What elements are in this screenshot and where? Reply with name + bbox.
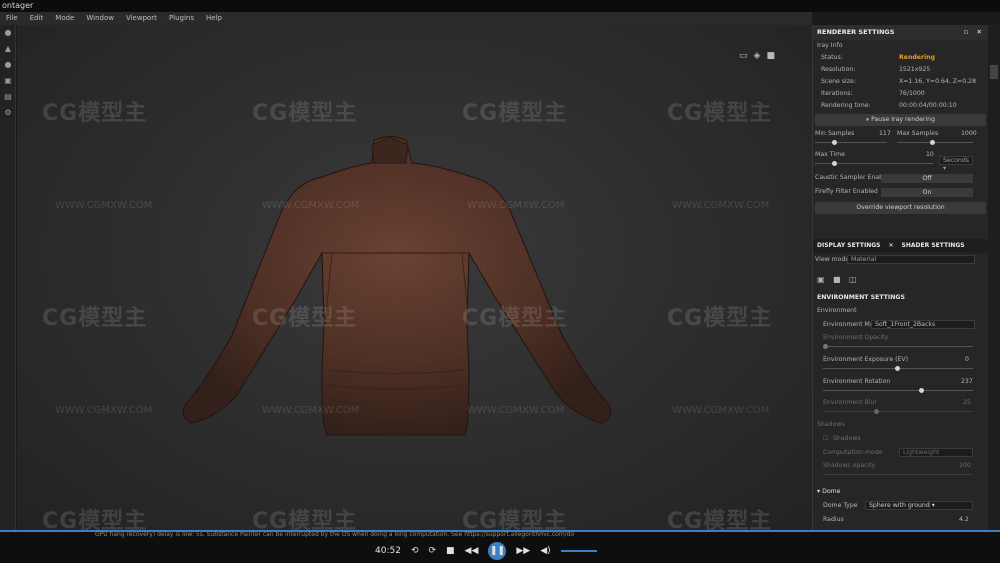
watermark-url: WWW.CGMXW.COM <box>55 405 153 416</box>
watermark-url: WWW.CGMXW.COM <box>672 200 770 211</box>
watermark-logo: CG模型主 <box>252 101 358 126</box>
3d-viewport[interactable]: ▭ ◈ ■ CG模型主 CG模型主 CG模型主 CG模型主 CG模型主 CG模型… <box>17 25 812 534</box>
slider-knob[interactable] <box>895 366 900 371</box>
close-icon[interactable]: ✕ <box>977 25 982 40</box>
info-row: Resolution: 1521x925 <box>821 66 931 73</box>
slider-knob[interactable] <box>823 344 828 349</box>
close-icon[interactable]: ✕ <box>885 239 898 253</box>
fast-forward-icon[interactable]: ▶▶ <box>516 546 530 556</box>
panel-title: RENDERER SETTINGS <box>817 28 895 36</box>
info-row: Iterations: 76/1000 <box>821 90 925 97</box>
watermark-url: WWW.CGMXW.COM <box>262 405 360 416</box>
pause-icon[interactable]: ❚❚ <box>488 542 507 560</box>
menu-file[interactable]: File <box>0 12 24 25</box>
override-resolution-button[interactable]: Override viewport resolution <box>815 202 986 214</box>
settings-icon[interactable]: ⚙ <box>0 105 16 121</box>
rewind-icon[interactable]: ◀◀ <box>465 546 479 556</box>
watermark-logo: CG模型主 <box>462 306 568 331</box>
shadows-opacity-slider[interactable] <box>823 474 973 475</box>
watermark-url: WWW.CGMXW.COM <box>467 200 565 211</box>
watermark-logo: CG模型主 <box>42 101 148 126</box>
info-row: Status: Rendering <box>813 52 988 64</box>
paint-icon[interactable]: ● <box>0 25 16 41</box>
iray-info-label: Iray Info <box>817 42 843 49</box>
menu-mode[interactable]: Mode <box>49 12 80 25</box>
pause-iray-button[interactable]: ⏸ Pause Iray rendering <box>815 114 986 126</box>
volume-slider[interactable] <box>560 550 597 552</box>
min-samples-slider[interactable] <box>815 142 887 143</box>
title-bar: ontager <box>0 0 1000 12</box>
renderer-settings-header: RENDERER SETTINGS ▫ ✕ <box>813 25 988 40</box>
watermark-logo: CG模型主 <box>42 306 148 331</box>
environment-opacity-slider[interactable] <box>823 346 973 347</box>
firefly-row: Firefly Filter Enabled On <box>813 186 988 200</box>
watermark-logo: CG模型主 <box>667 101 773 126</box>
caustic-toggle[interactable]: Off <box>881 174 973 183</box>
video-player-controls: 40:52 ⟲ ⟳ ■ ◀◀ ❚❚ ▶▶ ◀) <box>375 541 597 561</box>
bottom-bar: GPU hang recovery) delay is low: 5s. Sub… <box>0 530 1000 563</box>
slider-knob[interactable] <box>919 388 924 393</box>
status-value: Rendering <box>899 54 935 61</box>
replay-icon[interactable]: ⟳ <box>428 546 436 556</box>
volume-icon[interactable]: ◀) <box>540 546 550 556</box>
menu-viewport[interactable]: Viewport <box>120 12 163 25</box>
layers-icon[interactable]: ▣ <box>0 73 16 89</box>
view-mode-select[interactable]: Material <box>847 255 975 264</box>
slider-knob[interactable] <box>832 161 837 166</box>
shadows-checkbox[interactable]: ☐ <box>823 435 829 442</box>
watermark-url: WWW.CGMXW.COM <box>672 405 770 416</box>
environment-rotation-slider[interactable] <box>823 390 973 391</box>
menu-edit[interactable]: Edit <box>24 12 50 25</box>
left-toolbar: ● ▲ ● ▣ ▤ ⚙ <box>0 25 16 530</box>
restore-icon[interactable]: ▫ <box>964 25 968 40</box>
watermark-logo: CG模型主 <box>462 101 568 126</box>
environment-blur-slider[interactable] <box>823 411 973 412</box>
app-window: ontager File Edit Mode Window Viewport P… <box>0 0 1000 563</box>
tab-display-settings[interactable]: DISPLAY SETTINGS <box>813 239 885 253</box>
watermark-url: WWW.CGMXW.COM <box>467 405 565 416</box>
slider-knob[interactable] <box>930 140 935 145</box>
image-icon[interactable]: ▣ <box>817 275 825 284</box>
time-display: 40:52 <box>375 546 401 556</box>
info-row: Scene size: X=1.16, Y=0.64, Z=0.28 <box>821 78 977 85</box>
right-scrollbar[interactable] <box>988 25 1000 530</box>
sampling-sliders: Min Samples 117 Max Samples 1000 Max Tim… <box>815 130 977 172</box>
window-title: ontager <box>2 1 34 10</box>
menu-help[interactable]: Help <box>200 12 228 25</box>
watermark-logo: CG模型主 <box>667 306 773 331</box>
watermark-logo: CG模型主 <box>252 306 358 331</box>
max-samples-slider[interactable] <box>897 142 973 143</box>
menu-bar: File Edit Mode Window Viewport Plugins H… <box>0 12 812 25</box>
slider-knob[interactable] <box>874 409 879 414</box>
caustic-row: Caustic Sampler Enabled Off <box>813 172 988 186</box>
environment-map-field[interactable]: Soft_1Front_2Backs <box>871 320 975 329</box>
status-message: GPU hang recovery) delay is low: 5s. Sub… <box>95 531 575 538</box>
dome-section[interactable]: ▾ Dome <box>817 488 840 495</box>
info-row: Rendering time: 00:00:04/00:00:10 <box>821 102 957 109</box>
firefly-toggle[interactable]: On <box>881 188 973 197</box>
watermark-url: WWW.CGMXW.COM <box>262 200 360 211</box>
dome-type-select[interactable]: Sphere with ground ▾ <box>865 501 973 510</box>
menu-plugins[interactable]: Plugins <box>163 12 200 25</box>
frame-icon[interactable]: ◫ <box>849 275 857 284</box>
display-tabs: DISPLAY SETTINGS ✕ SHADER SETTINGS <box>813 239 989 253</box>
camera-icon[interactable]: ■ <box>833 275 841 284</box>
watermark-url: WWW.CGMXW.COM <box>55 200 153 211</box>
scroll-thumb[interactable] <box>990 65 998 79</box>
eraser-icon[interactable]: ● <box>0 57 16 73</box>
computation-mode-select[interactable]: Lightweight <box>899 448 973 457</box>
stop-icon[interactable]: ■ <box>446 546 455 556</box>
loop-icon[interactable]: ⟲ <box>411 546 419 556</box>
time-unit-select[interactable]: Seconds ▾ <box>939 156 973 172</box>
slider-knob[interactable] <box>832 140 837 145</box>
texture-icon[interactable]: ▤ <box>0 89 16 105</box>
brush-icon[interactable]: ▲ <box>0 41 16 57</box>
display-settings-body: View mode Material ▣ ■ ◫ ENVIRONMENT SET… <box>813 255 989 530</box>
menu-window[interactable]: Window <box>80 12 120 25</box>
right-panel: RENDERER SETTINGS ▫ ✕ Iray Info Status: R… <box>812 25 989 530</box>
tab-shader-settings[interactable]: SHADER SETTINGS <box>898 239 969 253</box>
